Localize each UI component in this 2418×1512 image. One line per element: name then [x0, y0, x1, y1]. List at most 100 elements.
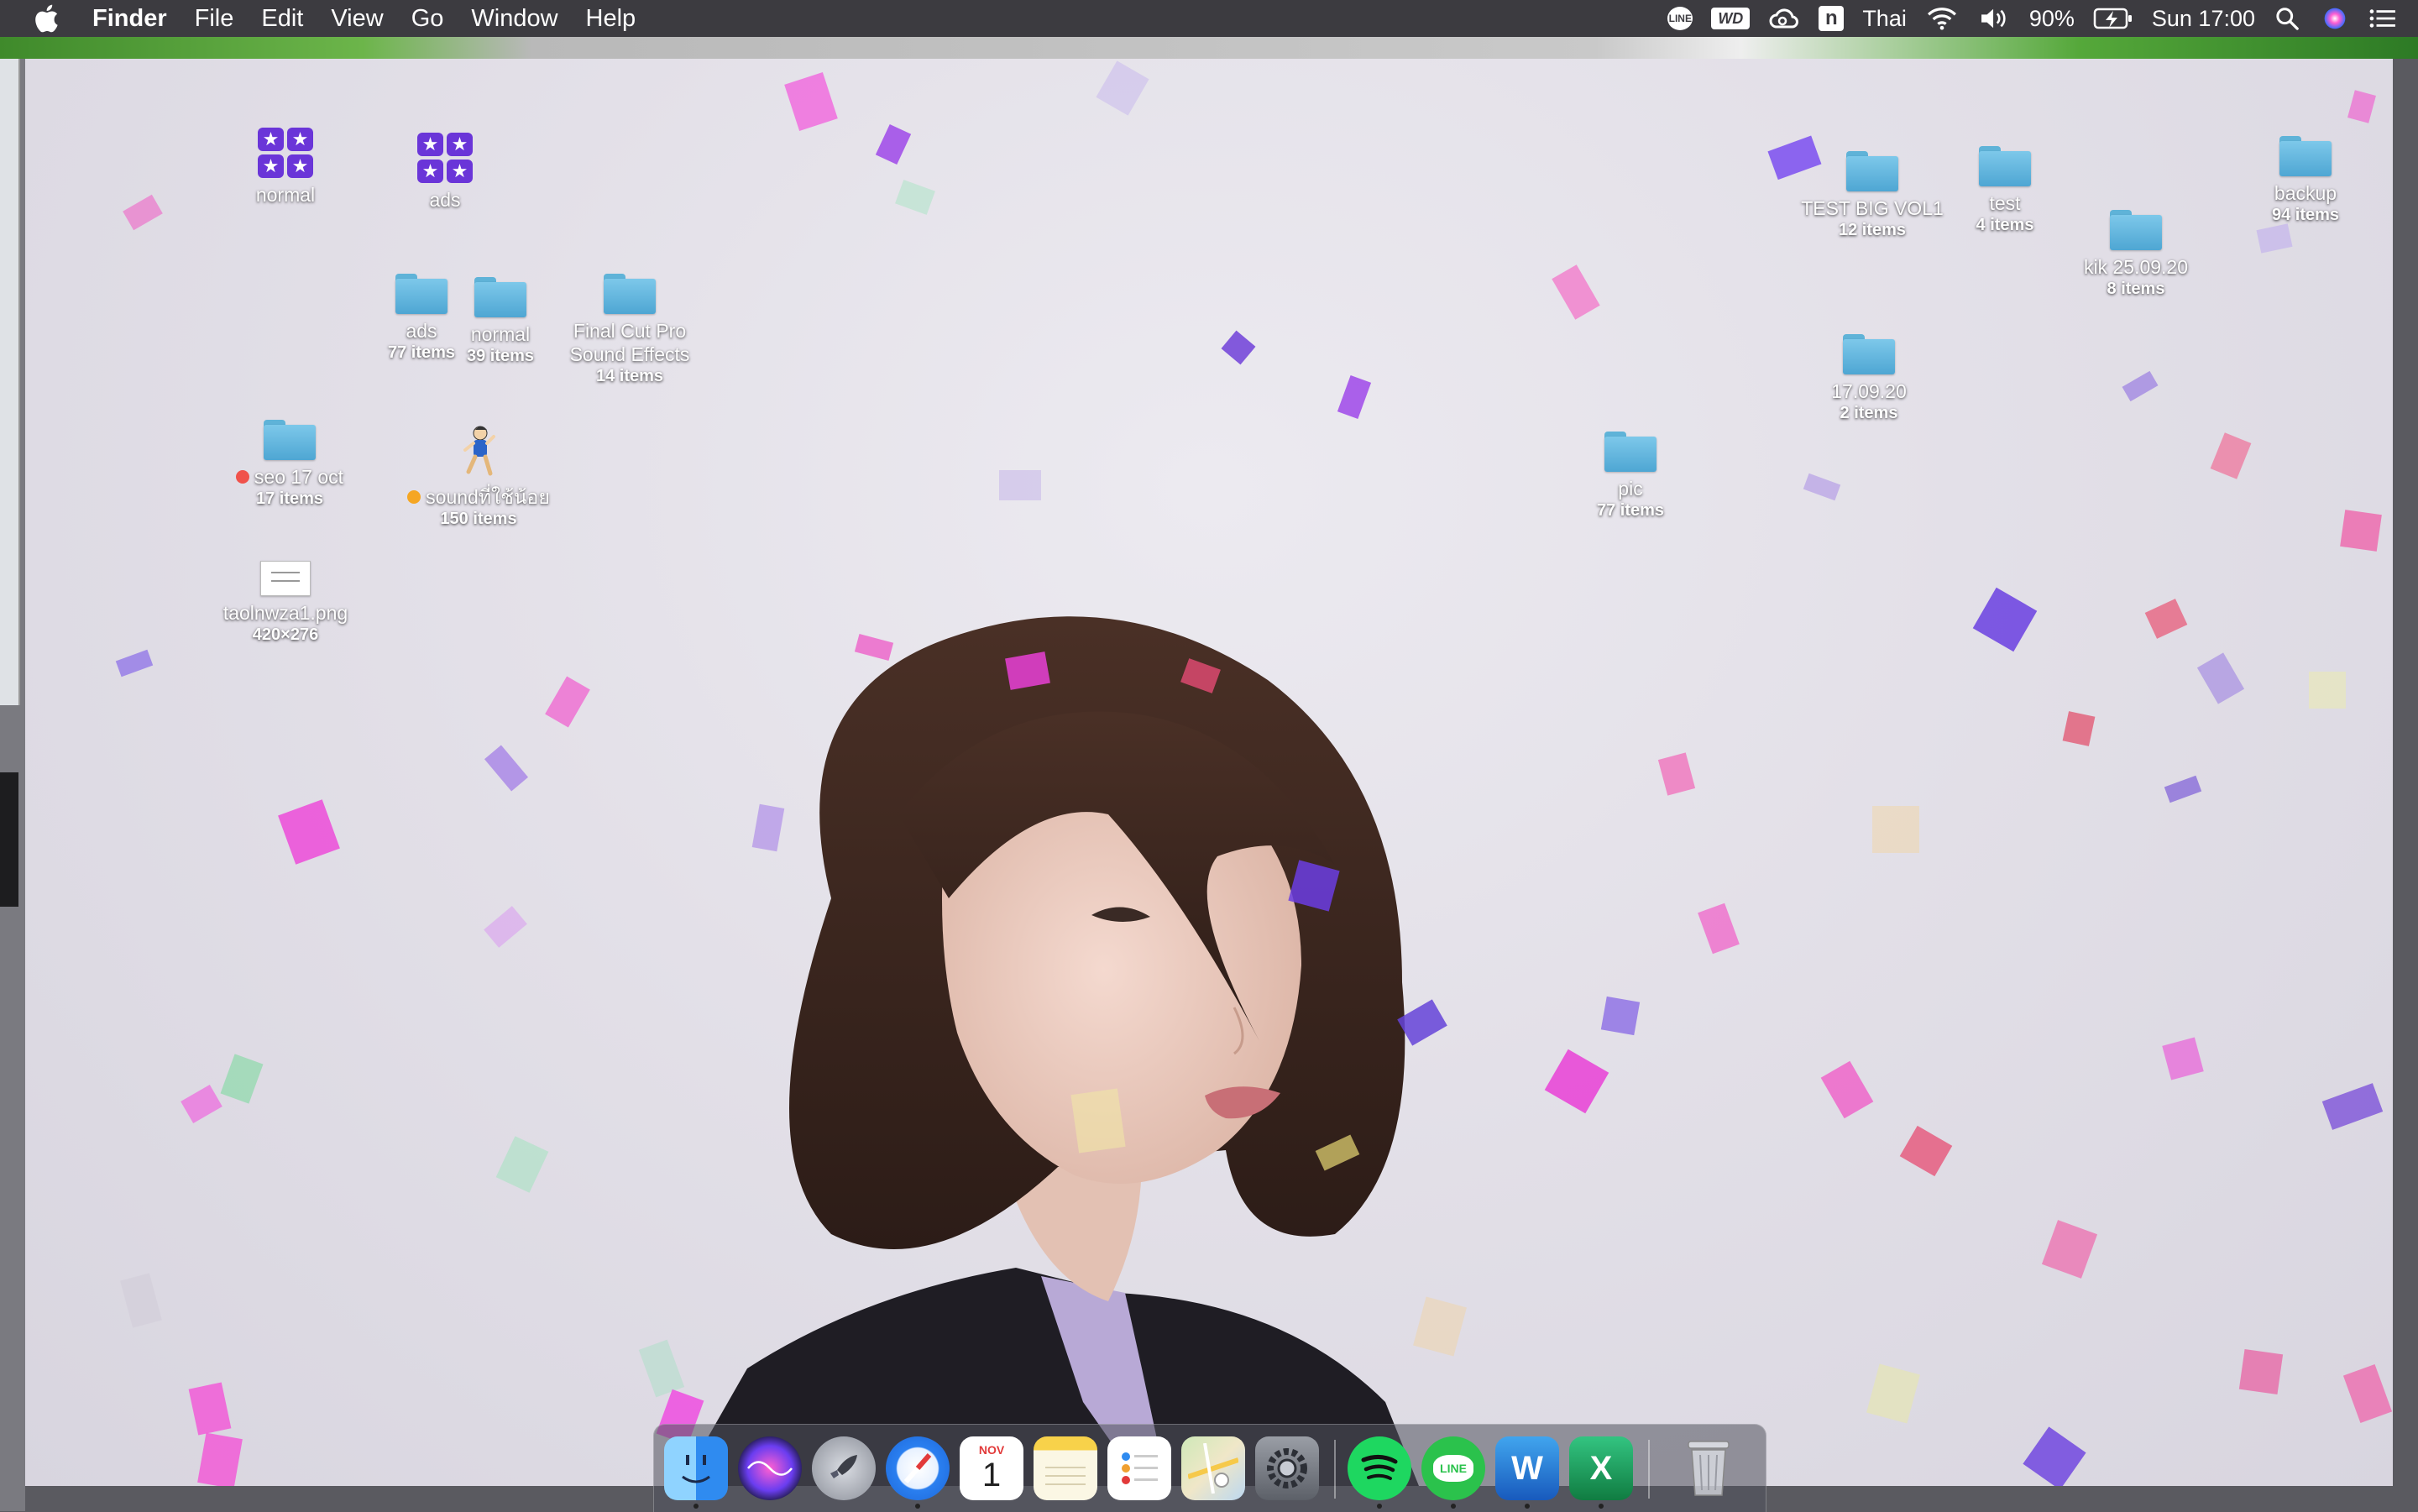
dock-spotify[interactable] [1348, 1436, 1411, 1509]
menu-app-finder[interactable]: Finder [92, 5, 167, 33]
desktop-item-count: 4 items [1976, 216, 2034, 234]
menu-view[interactable]: View [331, 5, 383, 33]
dock-finder[interactable] [664, 1436, 728, 1509]
folder-icon [2279, 136, 2332, 176]
desktop-folder-final-cut-pro-sound-effects[interactable]: Final Cut Pro Sound Effects 14 items [546, 274, 714, 386]
folder-icon [1604, 432, 1656, 472]
desktop-folder-17-09-20[interactable]: 17.09.20 2 items [1819, 334, 1919, 423]
calendar-month: NOV [978, 1443, 1005, 1457]
menu-help[interactable]: Help [586, 5, 636, 33]
clock[interactable]: Sun 17:00 [2152, 6, 2255, 32]
desktop-folder-backup[interactable]: backup 94 items [2255, 136, 2356, 225]
siri-icon[interactable] [2321, 7, 2349, 30]
dock-separator [1334, 1440, 1336, 1499]
desktop-folder-pic[interactable]: pic 77 items [1580, 432, 1681, 521]
battery-percent: 90% [2028, 5, 2075, 31]
running-indicator [1599, 1504, 1604, 1509]
notification-center-icon[interactable] [2368, 7, 2398, 30]
dock-launchpad[interactable] [812, 1436, 876, 1500]
desktop-item-count: 94 items [2271, 206, 2340, 224]
battery-charging-icon[interactable] [2093, 7, 2133, 30]
desktop-wallpaper [25, 59, 2393, 1486]
orange-tag-icon [407, 489, 421, 504]
menu-file[interactable]: File [195, 5, 234, 33]
desktop-item-count: 14 items [595, 367, 664, 385]
desktop-item-label-line2: Sound Effects [569, 343, 690, 365]
dock-excel[interactable]: X [1569, 1436, 1633, 1509]
dock-maps[interactable] [1181, 1436, 1245, 1500]
menu-bar: Finder File Edit View Go Window Help LIN… [0, 0, 2418, 37]
folder-icon [1979, 146, 2031, 186]
dock-safari[interactable] [886, 1436, 950, 1509]
notes-lines-icon [1045, 1467, 1086, 1485]
folder-icon [1843, 334, 1895, 374]
desktop-item-count: 77 items [387, 343, 456, 362]
desktop-item-label: soundที่ใช้น้อย [407, 485, 550, 509]
spotlight-search-icon[interactable] [2274, 7, 2302, 30]
desktop-folder-normal[interactable]: normal 39 items [458, 277, 542, 366]
menu-window[interactable]: Window [471, 5, 557, 33]
finder-face-icon [682, 1455, 710, 1483]
dock-reminders[interactable] [1107, 1436, 1171, 1500]
desktop-folder-test[interactable]: test 4 items [1963, 146, 2047, 235]
background-window-strip [0, 37, 2418, 59]
desktop-item-dimensions: 420×276 [252, 625, 319, 644]
desktop-item-count: 8 items [2107, 280, 2165, 298]
rocket-icon [830, 1455, 857, 1478]
trash-icon [1688, 1441, 1730, 1496]
app-grid-icon: ★ ★ ★ ★ [417, 133, 473, 183]
desktop-folder-seo-17-oct[interactable]: seo 17 oct 17 items [210, 420, 369, 509]
wifi-icon[interactable] [1925, 7, 1959, 30]
creative-cloud-icon[interactable] [1768, 7, 1800, 30]
desktop-item-count: 150 items [440, 510, 517, 528]
desktop-item-label: normal [470, 323, 531, 345]
wallpaper-art [115, 60, 2393, 1486]
dock-calendar[interactable]: NOV 1 [960, 1436, 1023, 1500]
volume-icon[interactable] [1977, 7, 2011, 30]
apple-menu-icon[interactable] [34, 4, 59, 33]
menu-edit[interactable]: Edit [261, 5, 303, 33]
desktop-item-label: pic [1618, 478, 1643, 500]
running-indicator [693, 1504, 699, 1509]
calendar-day: 1 [981, 1457, 1002, 1494]
reminders-list-icon [1122, 1452, 1158, 1484]
n-status-icon[interactable]: n [1819, 6, 1845, 31]
desktop-item-count: 2 items [1840, 404, 1898, 422]
menu-go[interactable]: Go [411, 5, 444, 33]
desktop-item-count: 77 items [1596, 501, 1665, 520]
maps-icon [1188, 1443, 1238, 1494]
desktop-item-label: normal [255, 184, 316, 206]
dock-siri[interactable] [738, 1436, 802, 1500]
folder-icon [2110, 210, 2162, 250]
line-status-icon[interactable]: LINE [1667, 7, 1693, 30]
line-bubble-icon: LINE [1433, 1455, 1473, 1482]
dock-system-preferences[interactable] [1255, 1436, 1319, 1500]
desktop-item-label: kik 25.09.20 [2083, 256, 2189, 278]
desktop-item-ads-app[interactable]: ★ ★ ★ ★ ads [403, 133, 487, 212]
desktop-file-taolnwza1-png[interactable]: taolnwza1.png 420×276 [202, 561, 369, 645]
compass-icon [903, 1453, 932, 1483]
red-tag-icon [235, 469, 249, 484]
wd-status-icon[interactable]: WD [1711, 8, 1751, 29]
siri-wave-icon [747, 1461, 793, 1476]
folder-icon [395, 274, 447, 314]
running-indicator [1377, 1504, 1382, 1509]
input-source-label[interactable]: Thai [1862, 6, 1907, 32]
desktop-folder-kik-25-09-20[interactable]: kik 25.09.20 8 items [2052, 210, 2220, 299]
dock-separator [1648, 1440, 1650, 1499]
dock-trash[interactable] [1677, 1436, 1740, 1500]
folder-icon [1846, 151, 1898, 191]
excel-letter-icon: X [1589, 1449, 1613, 1487]
desktop-item-label: Final Cut Pro [573, 320, 687, 342]
desktop-item-label: ads [429, 189, 461, 211]
background-window-left-edge [0, 59, 25, 1511]
desktop-folder-test-big-vol1[interactable]: TEST BIG VOL1 12 items [1780, 151, 1965, 240]
dock-notes[interactable] [1034, 1436, 1097, 1500]
desktop-item-count: 12 items [1838, 221, 1907, 239]
dock-word[interactable]: W [1495, 1436, 1559, 1509]
dock-line[interactable]: LINE [1421, 1436, 1485, 1509]
desktop-item-label: ads [406, 320, 437, 342]
desktop-folder-ads[interactable]: ads 77 items [379, 274, 463, 363]
desktop-item-sound[interactable]: soundที่ใช้น้อย 150 items [386, 425, 571, 529]
desktop-item-normal-app[interactable]: ★ ★ ★ ★ normal [243, 128, 327, 207]
